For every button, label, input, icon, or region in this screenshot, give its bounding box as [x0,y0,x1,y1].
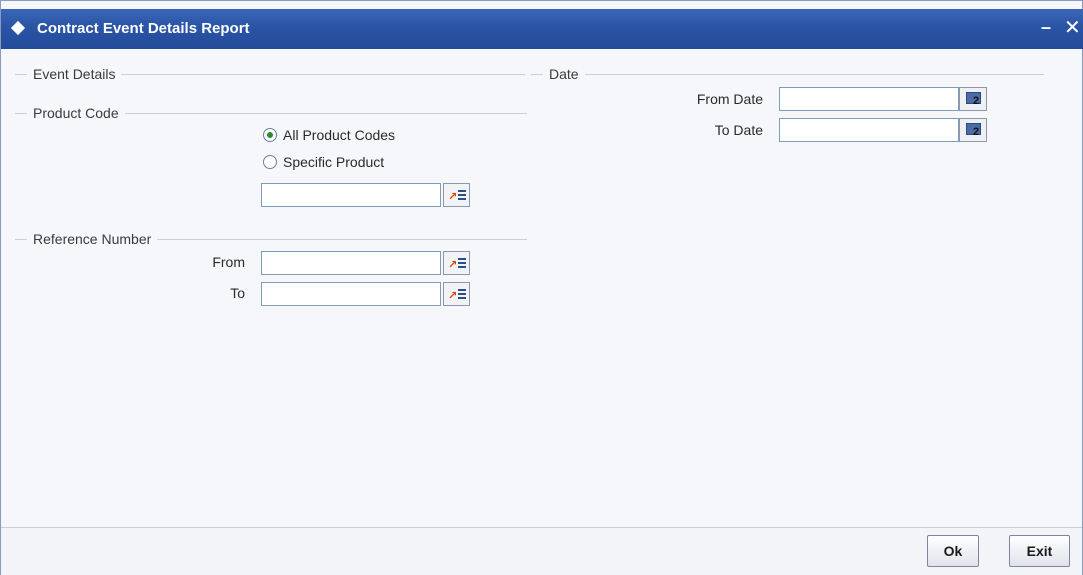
legend-dash [15,73,27,75]
reference-to-label: To [230,285,245,301]
list-icon [458,190,466,202]
to-date-label: To Date [714,122,763,138]
radio-button[interactable] [263,155,277,169]
reference-to-lov-button[interactable]: ↗ [443,282,470,306]
to-date-calendar-button[interactable]: 2 [959,118,987,142]
legend-line [157,238,527,240]
list-icon [458,258,466,270]
minimize-icon[interactable]: – [1041,17,1051,38]
lov-arrow-icon: ↗ [448,191,458,203]
date-legend: Date [531,64,1044,84]
from-date-label: From Date [696,91,763,107]
title-bar: Contract Event Details Report – ✕ [1,9,1083,49]
window-diamond-icon [10,20,26,36]
legend-dash [531,73,543,75]
reference-from-input[interactable] [261,251,441,275]
window-title: Contract Event Details Report [37,20,250,37]
calendar-day-number: 2 [973,95,980,107]
close-icon[interactable]: ✕ [1064,15,1081,40]
legend-line [124,112,527,114]
from-date-input[interactable] [779,87,959,111]
legend-line [121,73,525,75]
reference-to-input[interactable] [261,282,441,306]
product-code-title: Product Code [33,105,119,121]
lov-arrow-icon: ↗ [448,290,458,302]
form-content: Event Details Date Product Code All Prod… [1,49,1082,527]
radio-all-product-codes[interactable]: All Product Codes [263,127,395,143]
legend-dash [15,112,27,114]
date-title: Date [549,66,579,82]
exit-button[interactable]: Exit [1009,535,1070,567]
radio-label: All Product Codes [283,127,396,143]
event-details-legend: Event Details [15,64,525,84]
reference-number-legend: Reference Number [15,229,527,249]
specific-product-lov-button[interactable]: ↗ [443,183,470,207]
from-date-calendar-button[interactable]: 2 [959,87,987,111]
radio-button-checked[interactable] [263,128,277,142]
specific-product-input[interactable] [261,183,441,207]
list-icon [458,289,466,301]
calendar-day-number: 2 [973,126,980,138]
lov-arrow-icon: ↗ [448,259,458,271]
reference-from-lov-button[interactable]: ↗ [443,251,470,275]
radio-label: Specific Product [283,154,385,170]
radio-specific-product[interactable]: Specific Product [263,154,384,170]
event-details-title: Event Details [33,66,116,82]
footer-bar: Ok Exit [1,527,1082,575]
legend-line [584,73,1044,75]
report-window: Contract Event Details Report – ✕ Event … [0,0,1083,575]
to-date-input[interactable] [779,118,959,142]
reference-number-title: Reference Number [33,231,152,247]
reference-from-label: From [212,254,245,270]
ok-button[interactable]: Ok [927,535,979,567]
product-code-legend: Product Code [15,103,527,123]
legend-dash [15,238,27,240]
